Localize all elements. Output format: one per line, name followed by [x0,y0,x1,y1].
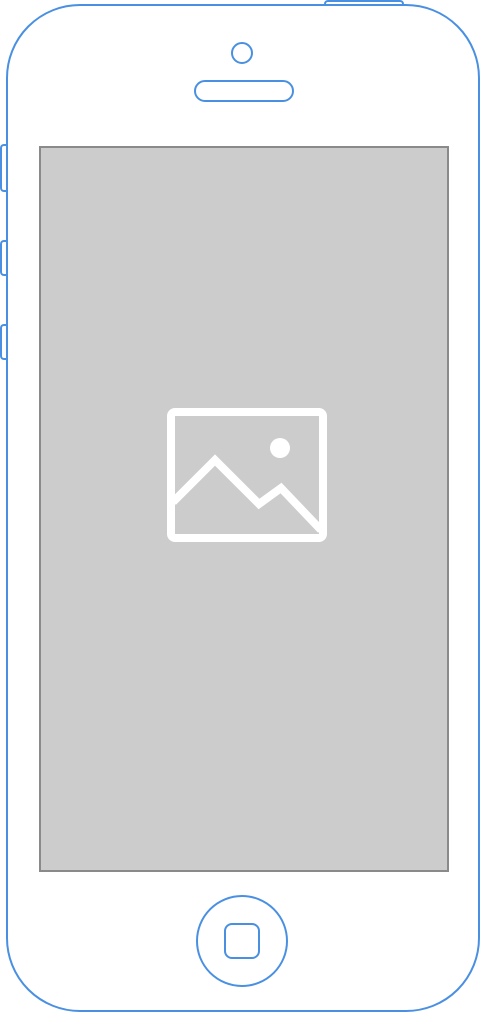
earpiece-speaker [194,80,294,102]
home-button[interactable] [196,895,288,987]
home-square-icon [224,923,260,959]
phone-screen[interactable] [39,146,449,872]
phone-mockup-stage [0,0,484,1014]
image-placeholder-icon [167,408,327,542]
front-camera [231,42,253,64]
